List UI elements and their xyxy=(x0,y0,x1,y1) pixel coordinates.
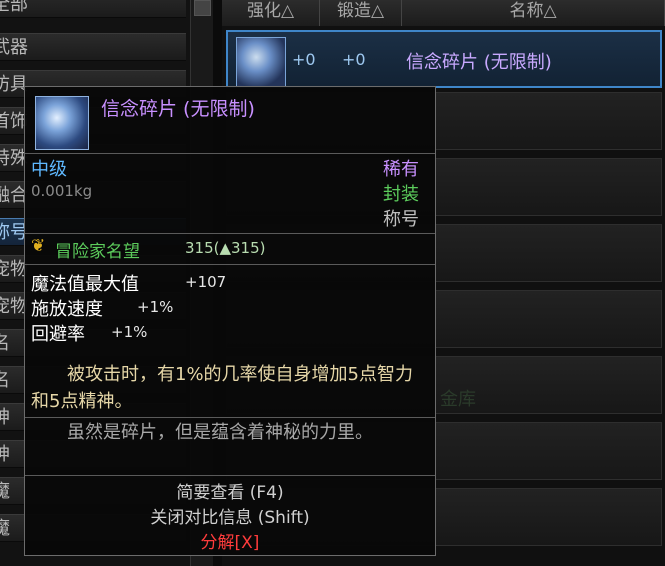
stat-value: +107 xyxy=(185,273,227,291)
category-label: 神 xyxy=(0,444,10,465)
stat-value: +1% xyxy=(137,298,174,316)
watermark-text: 金库 xyxy=(440,389,476,410)
fame-label: 冒险家名望 xyxy=(55,242,140,262)
item-rarity: 稀有 xyxy=(383,159,419,180)
category-item[interactable]: 全部 xyxy=(0,0,186,18)
stat-label: 施放速度 xyxy=(31,299,103,320)
fame-icon: ❦ xyxy=(31,236,46,256)
disassemble-button[interactable]: 分解[X] xyxy=(25,528,435,553)
item-grade: 中级 xyxy=(31,159,67,180)
belief-fragment-icon xyxy=(236,37,286,87)
category-label: 名 xyxy=(0,370,10,391)
belief-fragment-icon xyxy=(35,96,89,150)
divider xyxy=(25,417,435,418)
category-label: 魔 xyxy=(0,518,10,539)
column-header-reinforce[interactable]: 强化△ xyxy=(222,0,320,26)
divider xyxy=(25,233,435,234)
brief-view-hint[interactable]: 简要查看 (F4) xyxy=(25,478,435,503)
item-weight: 0.001kg xyxy=(31,182,93,200)
category-label: 武器 xyxy=(0,37,28,58)
stat-label: 回避率 xyxy=(31,324,85,345)
column-header-forge[interactable]: 锻造△ xyxy=(320,0,402,26)
category-label: 名 xyxy=(0,333,10,354)
stat-label: 魔法值最大值 xyxy=(31,274,139,295)
flavor-text: 虽然是碎片，但是蕴含着神秘的力里。 xyxy=(31,422,373,443)
scrollbar-thumb[interactable] xyxy=(194,0,211,16)
divider xyxy=(25,264,435,265)
item-type: 称号 xyxy=(383,209,419,230)
category-label: 神 xyxy=(0,407,10,428)
item-sealed-status: 封装 xyxy=(383,184,419,205)
category-item[interactable]: 武器 xyxy=(0,33,186,61)
row-reinforce: +0 xyxy=(292,50,316,69)
category-label: 全部 xyxy=(0,0,28,15)
fame-value: 315(▲315) xyxy=(185,239,266,257)
stat-value: +1% xyxy=(111,323,148,341)
item-name: 信念碎片 (无限制) xyxy=(101,98,255,120)
item-tooltip: 信念碎片 (无限制) 中级 0.001kg 稀有 封装 称号 ❦ 冒险家名望 3… xyxy=(24,86,436,556)
divider xyxy=(25,475,435,476)
divider xyxy=(25,153,435,154)
effect-description: 被攻击时，有1%的几率使自身增加5点智力和5点精神。 xyxy=(31,364,414,412)
item-row[interactable]: +0 +0 信念碎片 (无限制) xyxy=(226,30,662,88)
row-forge: +0 xyxy=(342,50,366,69)
category-label: 魔 xyxy=(0,481,10,502)
column-header-name[interactable]: 名称△ xyxy=(402,0,665,26)
close-compare-hint[interactable]: 关闭对比信息 (Shift) xyxy=(25,503,435,528)
row-item-name: 信念碎片 (无限制) xyxy=(406,52,552,73)
